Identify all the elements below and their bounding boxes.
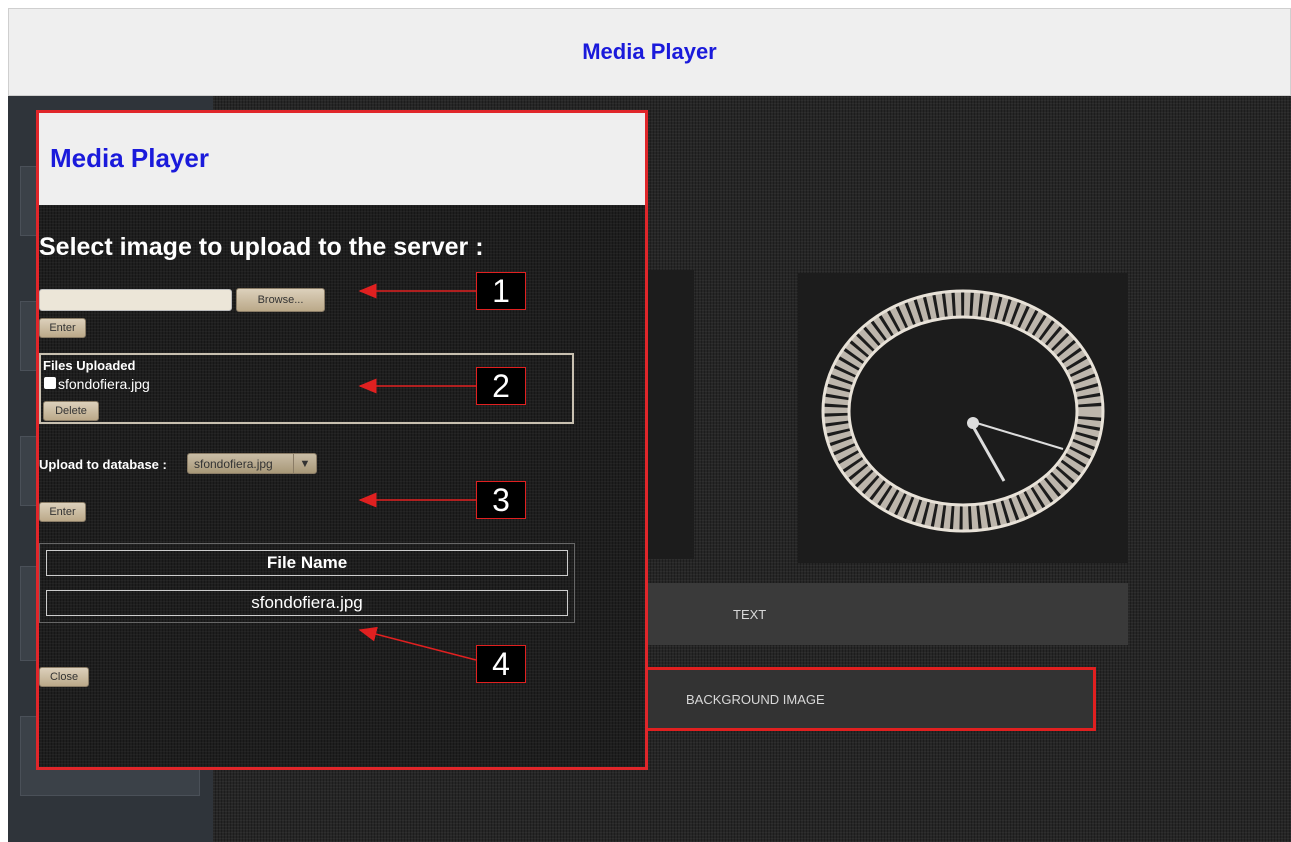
annotation-arrows [358, 283, 477, 661]
annotation-label-4: 4 [476, 645, 526, 683]
annotation-label-2: 2 [476, 367, 526, 405]
annotation-label-3: 3 [476, 481, 526, 519]
annotation-label-1: 1 [476, 272, 526, 310]
app-window: Media Player TEXT BACKGROUND IMAGE Media… [8, 8, 1291, 842]
